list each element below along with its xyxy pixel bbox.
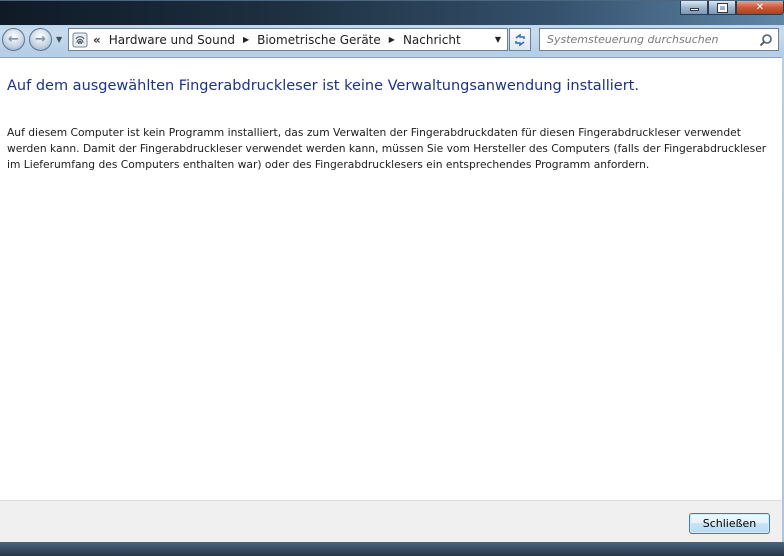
breadcrumb-biometrische-geraete[interactable]: Biometrische Geräte: [253, 33, 385, 47]
breadcrumb-separator-icon[interactable]: ▶: [385, 35, 399, 44]
breadcrumb-hardware-und-sound[interactable]: Hardware und Sound: [105, 33, 239, 47]
biometric-devices-icon: [71, 31, 89, 49]
page-title: Auf dem ausgewählten Fingerabdruckleser …: [7, 78, 639, 94]
maximize-button[interactable]: [708, 1, 736, 15]
search-box[interactable]: [539, 28, 779, 51]
taskbar-strip: [0, 542, 784, 556]
description-text: Auf diesem Computer ist kein Programm in…: [7, 126, 767, 171]
navigation-bar: ← → ▼ « Hardware und Sound ▶ Biometrisch…: [0, 25, 784, 56]
back-button[interactable]: ←: [2, 28, 25, 51]
minimize-icon: [689, 8, 699, 11]
breadcrumb-overflow[interactable]: «: [93, 33, 101, 47]
caption-buttons: ✕: [680, 1, 784, 15]
address-dropdown-icon[interactable]: ▼: [491, 29, 505, 50]
title-bar[interactable]: [0, 1, 784, 25]
dialog-footer: Schließen: [0, 500, 782, 542]
refresh-icon: [515, 33, 525, 46]
content-area: Auf dem ausgewählten Fingerabdruckleser …: [0, 57, 782, 500]
close-button[interactable]: Schließen: [689, 513, 770, 534]
back-arrow-icon: ←: [8, 32, 19, 47]
breadcrumb-separator-icon[interactable]: ▶: [239, 35, 253, 44]
address-bar[interactable]: « Hardware und Sound ▶ Biometrische Gerä…: [68, 28, 508, 51]
refresh-button[interactable]: [509, 28, 531, 51]
close-window-button[interactable]: ✕: [736, 1, 784, 15]
forward-button[interactable]: →: [29, 28, 52, 51]
recent-pages-dropdown-icon[interactable]: ▼: [56, 35, 62, 44]
forward-arrow-icon: →: [35, 32, 46, 47]
maximize-icon: [716, 2, 728, 13]
search-icon[interactable]: [759, 33, 773, 47]
search-input[interactable]: [547, 33, 747, 46]
minimize-button[interactable]: [680, 1, 708, 15]
breadcrumb-nachricht[interactable]: Nachricht: [399, 33, 465, 47]
close-icon: ✕: [755, 2, 765, 13]
